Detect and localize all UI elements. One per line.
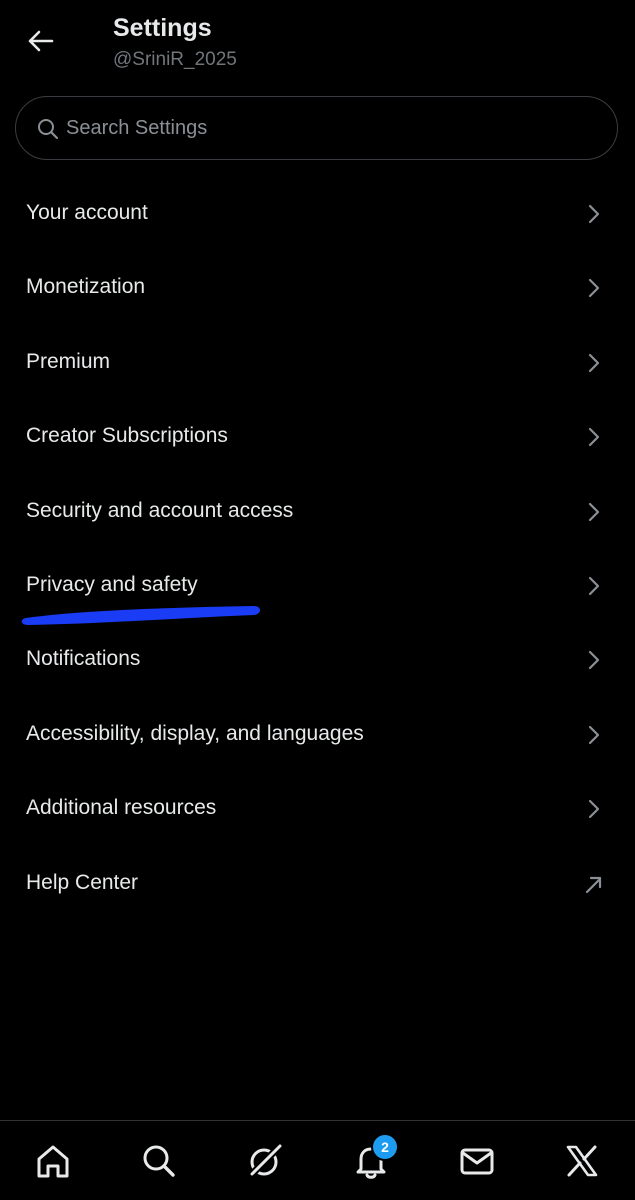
chevron-right-icon — [588, 725, 600, 744]
header: Settings @SriniR_2025 — [0, 0, 635, 90]
menu-item-accessibility[interactable]: Accessibility, display, and languages — [0, 697, 635, 771]
tab-messages[interactable] — [455, 1139, 499, 1183]
search-icon — [38, 119, 59, 140]
chevron-right-icon — [588, 576, 600, 596]
chevron-right-icon — [588, 651, 600, 670]
x-logo-icon — [566, 1145, 598, 1177]
search-input[interactable] — [66, 113, 586, 143]
chevron-right-icon — [588, 502, 600, 521]
settings-menu: Your account Monetization Premium Creato… — [0, 176, 635, 920]
menu-item-security[interactable]: Security and account access — [0, 474, 635, 548]
menu-item-label: Creator Subscriptions — [26, 424, 228, 448]
menu-item-label: Security and account access — [26, 498, 294, 522]
menu-item-label: Premium — [26, 349, 111, 373]
menu-item-monetization[interactable]: Monetization — [0, 250, 635, 324]
menu-item-label: Additional resources — [26, 796, 217, 820]
chevron-right-icon — [588, 353, 600, 372]
menu-item-your-account[interactable]: Your account — [0, 176, 635, 250]
bottom-tab-bar — [0, 1120, 635, 1200]
notification-count-badge: 2 — [371, 1133, 399, 1161]
home-icon — [37, 1145, 69, 1178]
menu-item-help-center[interactable]: Help Center — [0, 846, 635, 920]
back-button[interactable] — [22, 26, 58, 56]
menu-item-label: Monetization — [26, 275, 146, 299]
chevron-right-icon — [588, 279, 600, 298]
tab-grok[interactable] — [243, 1139, 287, 1183]
messages-icon — [460, 1148, 494, 1175]
highlight-underline-annotation — [21, 606, 261, 625]
menu-item-creator-subscriptions[interactable]: Creator Subscriptions — [0, 399, 635, 473]
page-title: Settings — [113, 14, 212, 42]
menu-item-premium[interactable]: Premium — [0, 325, 635, 399]
search-bar[interactable] — [15, 96, 618, 160]
menu-item-label: Help Center — [26, 870, 139, 894]
chevron-right-icon — [588, 800, 600, 819]
tab-home[interactable] — [31, 1139, 75, 1183]
chevron-right-icon — [588, 204, 600, 224]
tab-x[interactable] — [560, 1139, 604, 1183]
tab-search[interactable] — [137, 1139, 181, 1183]
menu-item-label: Your account — [26, 201, 148, 224]
external-link-arrow-icon — [585, 876, 602, 893]
account-handle: @SriniR_2025 — [113, 49, 237, 70]
menu-item-additional-resources[interactable]: Additional resources — [0, 771, 635, 845]
grok-icon — [248, 1142, 284, 1178]
chevron-right-icon — [588, 428, 600, 447]
back-arrow-icon — [28, 30, 54, 52]
menu-item-label: Notifications — [26, 647, 141, 671]
search-icon — [143, 1145, 175, 1177]
menu-item-label: Accessibility, display, and languages — [26, 721, 364, 745]
